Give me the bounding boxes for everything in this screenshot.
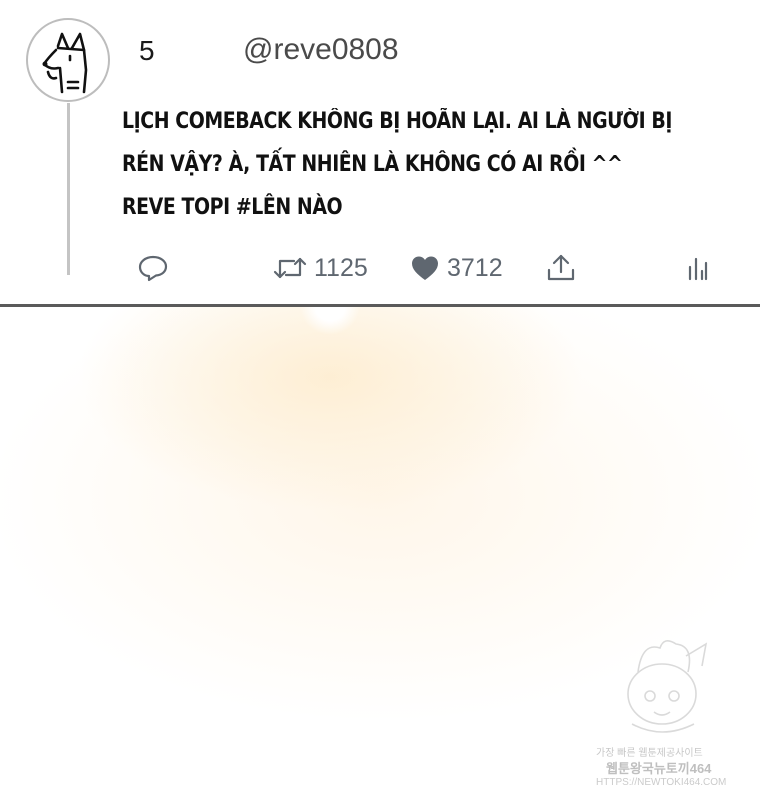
heart-icon [412,256,438,280]
tweet-text-line: RÉN VẬY? À, TẤT NHIÊN LÀ KHÔNG CÓ AI RỒI… [122,152,623,177]
watermark-url: HTTPS://NEWTOKI464.COM [596,777,727,788]
reply-button[interactable] [137,245,169,291]
tweet-card: 5 @reve0808 LỊCH COMEBACK KHÔNG BỊ HOÃN … [0,0,760,305]
dog-doodle-icon [42,32,88,94]
retweet-button[interactable]: 1125 [272,245,368,291]
tweet-text: LỊCH COMEBACK KHÔNG BỊ HOÃN LẠI. AI LÀ N… [122,100,673,229]
display-name[interactable]: 5 [139,35,155,67]
share-icon [547,254,575,281]
mascot-watermark-icon [627,640,708,733]
watermark: 가장 빠른 웹툰제공사이트 웹툰왕국뉴토끼464 HTTPS://NEWTOKI… [590,632,740,792]
analytics-button[interactable] [686,245,710,291]
light-glow [300,307,360,335]
analytics-icon [688,257,708,281]
handle[interactable]: @reve0808 [243,33,399,67]
reply-icon [138,255,168,282]
share-button[interactable] [545,245,577,291]
watermark-tagline: 가장 빠른 웹툰제공사이트 [596,748,703,759]
tweet-text-line: LỊCH COMEBACK KHÔNG BỊ HOÃN LẠI. AI LÀ N… [122,109,673,134]
like-count: 3712 [447,253,503,282]
tweet-text-line: REVE TOPI #LÊN NÀO [122,195,343,220]
avatar[interactable] [26,18,110,102]
like-button[interactable]: 3712 [409,245,503,291]
retweet-count: 1125 [314,253,368,282]
tweet-actions: 1125 3712 [0,245,760,291]
retweet-icon [273,257,307,279]
watermark-brand: 웹툰왕국뉴토끼464 [606,761,712,776]
